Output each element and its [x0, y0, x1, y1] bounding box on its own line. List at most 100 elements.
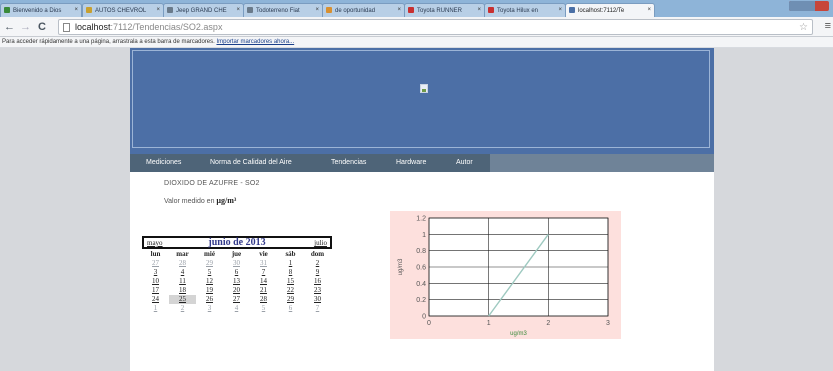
y-tick-label: 1	[422, 232, 426, 239]
calendar-day[interactable]: 6	[277, 304, 304, 313]
browser-tab[interactable]: localhost:7112/Te ×	[565, 3, 655, 17]
calendar-day[interactable]: 7	[304, 304, 331, 313]
calendar-day[interactable]: 9	[304, 268, 331, 277]
calendar-day[interactable]: 28	[169, 259, 196, 268]
nav-item-norma[interactable]: Norma de Calidad del Aire	[202, 154, 300, 172]
x-tick-label: 0	[427, 320, 431, 327]
calendar-day[interactable]: 21	[250, 286, 277, 295]
calendar-grid: lun mar mié jue vie sáb dom 27 28 29 30 31 1 2 3 4 5 6 7 8 9…	[142, 250, 332, 313]
calendar-day[interactable]: 3	[142, 268, 169, 277]
broken-image-icon	[420, 84, 428, 93]
browser-tab[interactable]: Bienvenido a Dios ×	[0, 3, 82, 17]
calendar-day[interactable]: 17	[142, 286, 169, 295]
calendar-day[interactable]: 2	[169, 304, 196, 313]
forward-icon[interactable]: →	[20, 20, 31, 34]
tab-close-icon[interactable]: ×	[397, 7, 401, 13]
calendar-day[interactable]: 5	[250, 304, 277, 313]
calendar-weekday: mié	[204, 250, 215, 258]
calendar-weekday: sáb	[285, 250, 296, 258]
nav-item-mediciones[interactable]: Mediciones	[138, 154, 189, 172]
calendar-day[interactable]: 10	[142, 277, 169, 286]
calendar-day[interactable]: 11	[169, 277, 196, 286]
calendar-day[interactable]: 26	[196, 295, 223, 304]
tab-close-icon[interactable]: ×	[236, 7, 240, 13]
browser-tab[interactable]: Todoterreno Fiat ×	[243, 3, 323, 17]
calendar-day[interactable]: 1	[142, 304, 169, 313]
window-controls[interactable]	[789, 1, 829, 11]
calendar-day[interactable]: 3	[196, 304, 223, 313]
calendar-day[interactable]: 30	[304, 295, 331, 304]
address-bar[interactable]: localhost:7112/Tendencias/SO2.aspx ☆	[58, 19, 813, 35]
calendar-day[interactable]: 30	[223, 259, 250, 268]
calendar-day[interactable]: 4	[169, 268, 196, 277]
x-axis-label: ug/m3	[510, 331, 527, 337]
calendar-day[interactable]: 16	[304, 277, 331, 286]
tab-favicon-icon	[488, 7, 494, 13]
browser-tab[interactable]: Toyota RUNNER ×	[404, 3, 485, 17]
calendar-day[interactable]: 27	[142, 259, 169, 268]
chart-panel: 0 0.2 0.4 0.6 0.8 1 1.2 0 1 2 3 ug/m3 ug/m3	[390, 211, 621, 339]
header-banner	[130, 48, 714, 154]
calendar-day[interactable]: 20	[223, 286, 250, 295]
tab-strip: Bienvenido a Dios × AUTOS CHEVROL × Jeep GRA…	[0, 0, 833, 17]
calendar-day[interactable]: 28	[250, 295, 277, 304]
nav-item-tendencias[interactable]: Tendencias	[323, 154, 374, 172]
bookmark-star-icon[interactable]: ☆	[799, 21, 808, 35]
tab-close-icon[interactable]: ×	[156, 7, 160, 13]
calendar-day[interactable]: 12	[196, 277, 223, 286]
tab-favicon-icon	[569, 7, 575, 13]
calendar-next-month[interactable]: julio	[314, 239, 327, 247]
calendar-day[interactable]: 29	[277, 295, 304, 304]
calendar-day[interactable]: 14	[250, 277, 277, 286]
calendar-day[interactable]: 29	[196, 259, 223, 268]
calendar-day[interactable]: 18	[169, 286, 196, 295]
browser-tab[interactable]: Jeep GRAND CHE ×	[163, 3, 244, 17]
calendar-day[interactable]: 19	[196, 286, 223, 295]
nav-item-autor[interactable]: Autor	[448, 154, 481, 172]
tab-close-icon[interactable]: ×	[74, 7, 78, 13]
minimize-button[interactable]	[789, 1, 815, 11]
menu-icon[interactable]: ≡	[825, 20, 831, 32]
nav-item-hardware[interactable]: Hardware	[388, 154, 434, 172]
valor-unit: µg/m³	[216, 196, 237, 205]
tab-favicon-icon	[167, 7, 173, 13]
bookmarks-bar: Para acceder rápidamente a una página, a…	[0, 37, 833, 48]
page-icon	[63, 23, 70, 32]
calendar-day[interactable]: 7	[250, 268, 277, 277]
calendar-day[interactable]: 8	[277, 268, 304, 277]
tab-label: Bienvenido a Dios	[13, 8, 62, 14]
calendar-weekday: vie	[259, 250, 268, 258]
tab-close-icon[interactable]: ×	[315, 7, 319, 13]
y-axis-label: ug/m3	[398, 258, 404, 275]
tab-label: Jeep GRAND CHE	[176, 8, 227, 14]
measured-unit-label: Valor medido en µg/m³	[164, 196, 236, 205]
calendar-day[interactable]: 6	[223, 268, 250, 277]
tab-close-icon[interactable]: ×	[647, 7, 651, 13]
browser-tab[interactable]: Toyota Hilux en ×	[484, 3, 566, 17]
x-tick-label: 3	[606, 320, 610, 327]
tab-favicon-icon	[408, 7, 414, 13]
calendar-day[interactable]: 5	[196, 268, 223, 277]
back-icon[interactable]: ←	[4, 20, 15, 34]
calendar-day[interactable]: 24	[142, 295, 169, 304]
calendar-day[interactable]: 4	[223, 304, 250, 313]
y-tick-label: 0	[422, 314, 426, 321]
tab-label: localhost:7112/Te	[578, 8, 625, 14]
tab-close-icon[interactable]: ×	[558, 7, 562, 13]
calendar-day[interactable]: 13	[223, 277, 250, 286]
browser-tab[interactable]: AUTOS CHEVROL ×	[82, 3, 164, 17]
calendar-day[interactable]: 25	[169, 295, 196, 304]
calendar-day[interactable]: 31	[250, 259, 277, 268]
calendar-weekday: jue	[231, 250, 242, 258]
calendar: mayo junio de 2013 julio lun mar mié jue vie…	[142, 236, 332, 313]
browser-tab[interactable]: de oportunidad ×	[322, 3, 405, 17]
calendar-day[interactable]: 15	[277, 277, 304, 286]
calendar-day[interactable]: 1	[277, 259, 304, 268]
calendar-day[interactable]: 2	[304, 259, 331, 268]
reload-icon[interactable]: C	[38, 20, 46, 34]
calendar-day[interactable]: 22	[277, 286, 304, 295]
tab-close-icon[interactable]: ×	[477, 7, 481, 13]
calendar-day[interactable]: 23	[304, 286, 331, 295]
import-bookmarks-link[interactable]: Importar marcadores ahora...	[216, 39, 294, 45]
calendar-day[interactable]: 27	[223, 295, 250, 304]
